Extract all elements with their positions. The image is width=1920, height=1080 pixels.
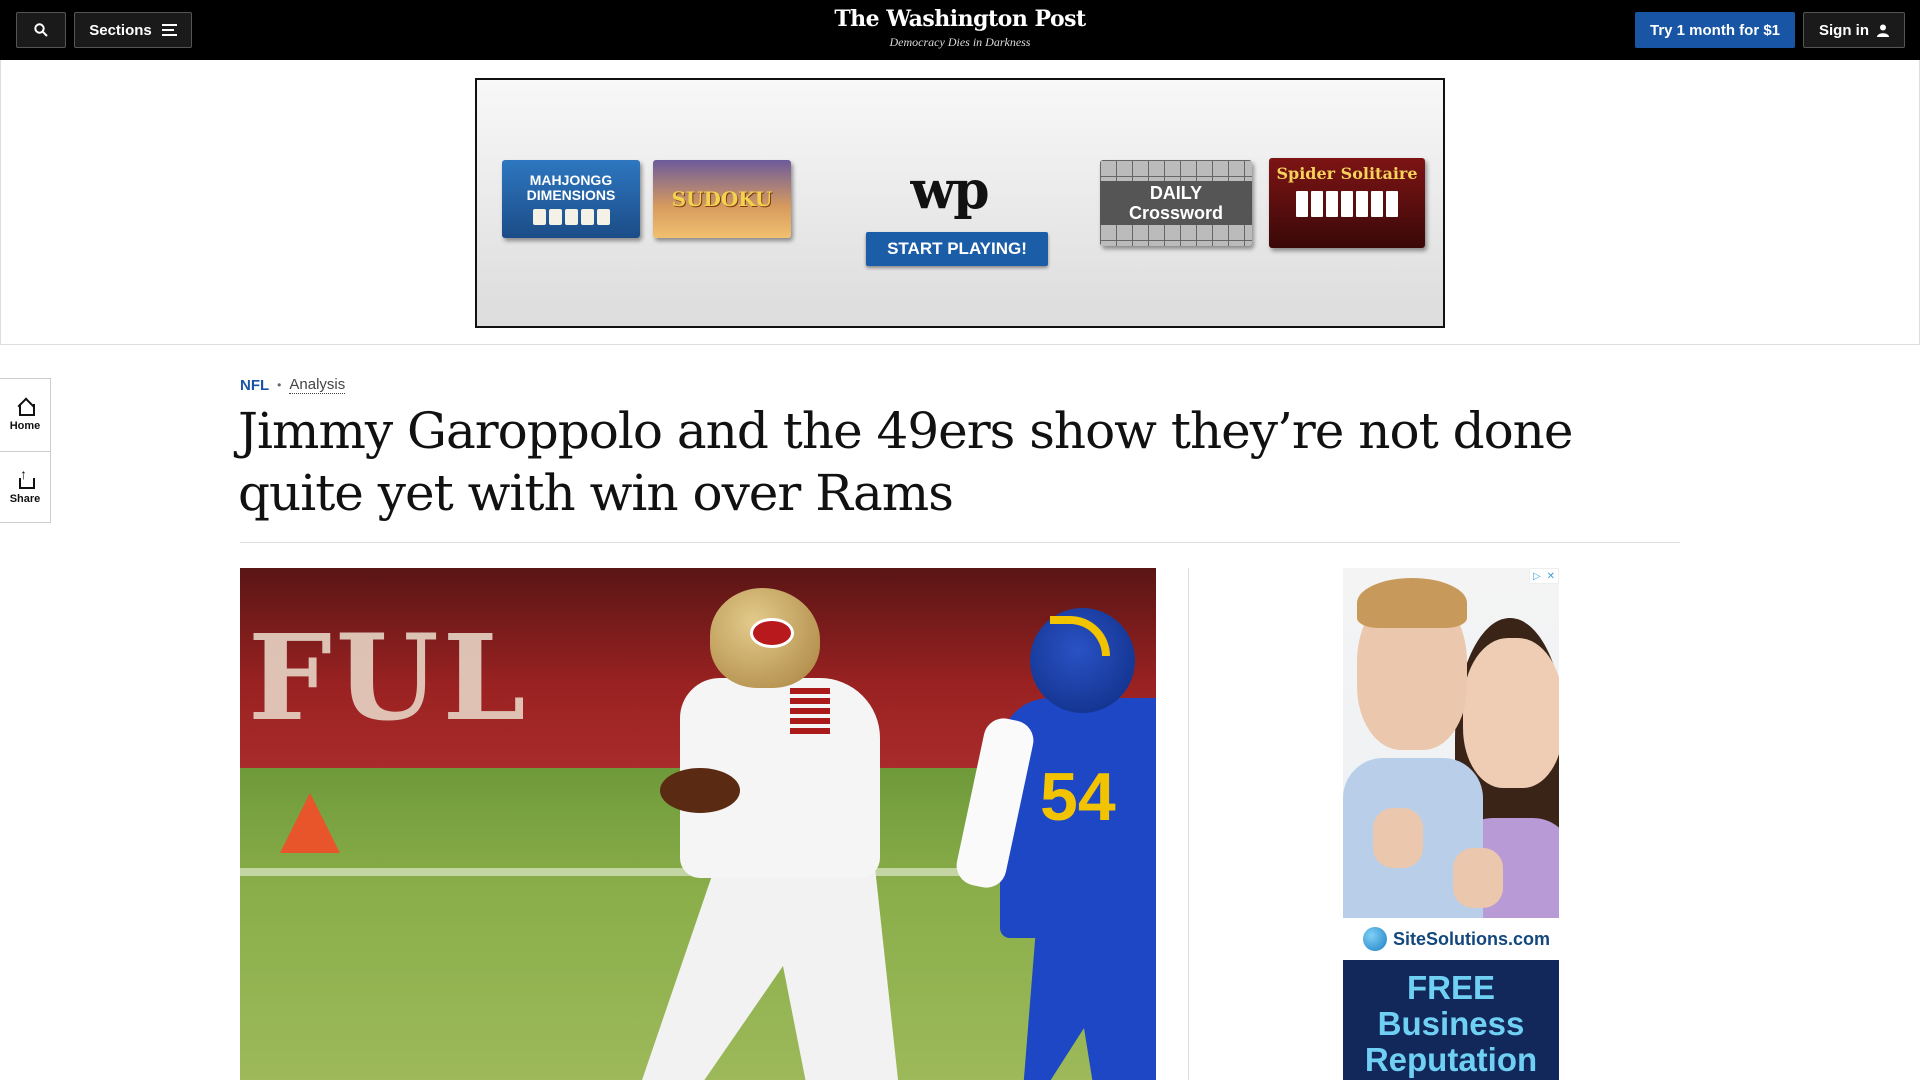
wp-mark: wp	[910, 160, 989, 221]
article-kicker: NFL • Analysis	[240, 376, 346, 394]
ad-brand-bar: SiteSolutions.com	[1343, 918, 1559, 960]
sections-button[interactable]: Sections	[74, 12, 192, 48]
kicker-separator: •	[277, 378, 282, 392]
crossword-label: DAILY Crossword	[1100, 181, 1252, 225]
article-headline: Jimmy Garoppolo and the 49ers show they’…	[238, 402, 1573, 522]
thumbs-up-icon	[1373, 808, 1423, 868]
rail-share[interactable]: Share	[0, 451, 50, 523]
solitaire-cards	[1296, 191, 1398, 217]
search-button[interactable]	[16, 12, 66, 48]
sections-label: Sections	[89, 21, 152, 39]
menu-icon	[161, 24, 177, 36]
pylon-cone	[280, 793, 340, 853]
site-logo[interactable]: The Washington Post	[760, 6, 1160, 32]
subscribe-button[interactable]: Try 1 month for $1	[1635, 12, 1795, 48]
home-label: Home	[9, 420, 41, 432]
sign-in-label: Sign in	[1819, 21, 1869, 39]
search-icon	[34, 23, 48, 37]
stadium-lettering: FUL	[248, 608, 530, 747]
crossword-tile[interactable]: DAILY Crossword	[1100, 160, 1252, 246]
section-link[interactable]: NFL	[240, 377, 269, 394]
hero-image[interactable]: FUL 54	[240, 568, 1156, 1080]
ad-photo-man-hair	[1357, 578, 1467, 628]
left-rail: Home Share	[0, 378, 51, 523]
rail-home[interactable]: Home	[0, 379, 50, 451]
start-playing-button[interactable]: START PLAYING!	[866, 232, 1048, 266]
home-icon	[17, 398, 35, 416]
analysis-label[interactable]: Analysis	[289, 376, 346, 394]
ad-headline: FREE Business Reputation	[1343, 960, 1559, 1080]
sudoku-tile[interactable]: SUDOKU	[653, 160, 791, 238]
sudoku-label: SUDOKU	[671, 187, 773, 211]
column-divider	[1188, 568, 1189, 1080]
side-ad[interactable]: ▷ ✕ SiteSolutions.com FREE Business Reput…	[1343, 568, 1559, 1080]
ad-photo-woman	[1463, 638, 1559, 788]
adchoices-icon[interactable]: ▷ ✕	[1529, 568, 1559, 584]
mahjongg-label: MAHJONGG DIMENSIONS	[526, 172, 616, 203]
player-49ers-quarterback	[640, 588, 960, 1080]
solitaire-tile[interactable]: Spider Solitaire	[1269, 158, 1425, 248]
share-icon	[17, 466, 35, 489]
tagline: Democracy Dies in Darkness	[889, 35, 1031, 49]
mahjong-pieces	[532, 209, 610, 225]
jersey-number: 54	[1040, 759, 1116, 835]
player-rams-linebacker: 54	[952, 608, 1156, 1080]
sign-in-button[interactable]: Sign in	[1803, 12, 1905, 48]
user-icon	[1877, 24, 1889, 37]
share-label: Share	[9, 492, 41, 505]
header-divider	[240, 542, 1680, 543]
wp-games-ad[interactable]: MAHJONGG DIMENSIONS SUDOKU wp GAMES STAR…	[475, 78, 1445, 328]
mahjongg-tile[interactable]: MAHJONGG DIMENSIONS	[502, 160, 640, 238]
masthead[interactable]: The Washington Post Democracy Dies in Da…	[760, 6, 1160, 50]
top-navbar: Sections The Washington Post Democracy D…	[0, 0, 1920, 60]
solitaire-label: Spider Solitaire	[1276, 164, 1418, 183]
thumbs-up-icon	[1453, 848, 1503, 908]
ad-brand-name: SiteSolutions.com	[1393, 928, 1551, 949]
globe-icon	[1363, 927, 1387, 951]
